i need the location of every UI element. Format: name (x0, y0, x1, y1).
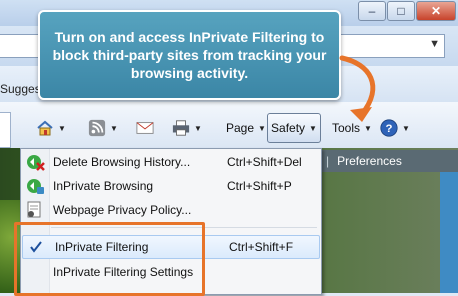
print-icon (172, 119, 190, 137)
browser-tab[interactable] (0, 112, 11, 148)
callout-arrow (339, 55, 376, 122)
menu-item-delete-browsing-history[interactable]: Delete Browsing History... Ctrl+Shift+De… (21, 151, 321, 173)
home-icon (36, 119, 54, 137)
menu-item-label: InPrivate Browsing (53, 179, 154, 193)
window-controls: – □ ✕ (357, 1, 456, 21)
rss-feed-icon (88, 119, 106, 137)
nav-separator: | (326, 154, 330, 168)
privacy-policy-icon (25, 201, 45, 219)
print-button[interactable]: ▼ (172, 118, 202, 138)
feeds-button[interactable]: ▼ (88, 118, 118, 138)
page-navigation: | Preferences (320, 150, 458, 172)
delete-history-icon (25, 153, 45, 171)
menu-item-inprivate-browsing[interactable]: InPrivate Browsing Ctrl+Shift+P (21, 175, 321, 197)
minimize-button[interactable]: – (358, 1, 386, 21)
chevron-down-icon: ▼ (258, 123, 266, 133)
mail-icon (136, 119, 154, 137)
page-menu-label: Page (226, 121, 255, 135)
chevron-down-icon[interactable]: ▼ (58, 124, 66, 133)
read-mail-button[interactable] (136, 118, 154, 138)
address-dropdown-icon[interactable]: ▼ (429, 38, 440, 50)
callout-text: Turn on and access InPrivate Filtering t… (52, 29, 327, 81)
menu-item-shortcut: Ctrl+Shift+F (229, 240, 294, 254)
page-menu-button[interactable]: Page ▼ (226, 118, 266, 138)
menu-item-label: Delete Browsing History... (53, 155, 191, 169)
preferences-link[interactable]: Preferences (337, 154, 402, 168)
close-button[interactable]: ✕ (416, 1, 456, 21)
menu-item-shortcut: Ctrl+Shift+Del (227, 155, 302, 169)
menu-item-label: Webpage Privacy Policy... (53, 203, 192, 217)
menu-item-webpage-privacy-policy[interactable]: Webpage Privacy Policy... (21, 199, 321, 221)
inprivate-browsing-icon (25, 177, 45, 195)
home-button[interactable]: ▼ (36, 118, 66, 138)
chevron-down-icon[interactable]: ▼ (110, 124, 118, 133)
highlight-box (14, 222, 205, 296)
menu-item-shortcut: Ctrl+Shift+P (227, 179, 292, 193)
page-side-panel (440, 172, 458, 293)
chevron-down-icon[interactable]: ▼ (194, 124, 202, 133)
maximize-button[interactable]: □ (387, 1, 415, 21)
tutorial-callout: Turn on and access InPrivate Filtering t… (38, 10, 341, 100)
chevron-down-icon[interactable]: ▼ (402, 124, 410, 133)
